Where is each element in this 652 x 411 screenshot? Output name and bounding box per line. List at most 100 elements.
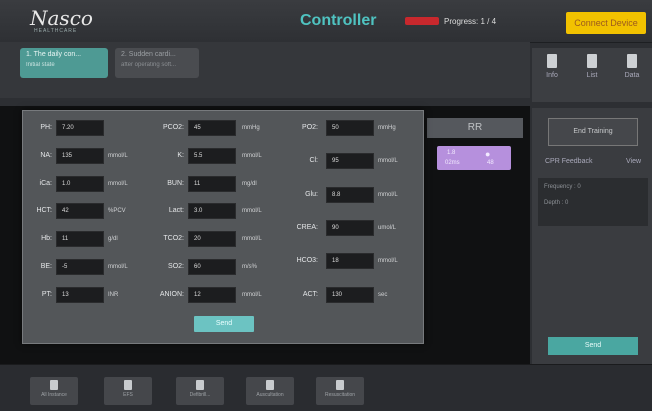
progress-indicator [405, 17, 439, 25]
bottom-btn-label: Resuscitation [324, 392, 355, 398]
ica-input[interactable]: 1.0 [56, 176, 104, 192]
field-unit: mmol/L [242, 292, 262, 298]
crea-input[interactable]: 90 [326, 220, 374, 236]
scenario-card-1[interactable]: 1. The daily con... Initial state [20, 48, 108, 78]
field-label: ANION: [159, 291, 184, 298]
field-label: PT: [41, 291, 52, 298]
field-label: SO2: [168, 263, 184, 270]
field-unit: mmol/L [242, 236, 262, 242]
list-label: List [586, 72, 598, 79]
ph-input[interactable]: 7.20 [56, 120, 104, 136]
field-label: ACT: [302, 291, 318, 298]
field-unit: mmol/L [242, 208, 262, 214]
rr-button[interactable]: RR [427, 118, 523, 138]
progress-text: Progress: 1 / 4 [444, 17, 497, 26]
bottom-btn-label: Defibrill... [189, 392, 211, 398]
field-unit: mmol/L [378, 158, 398, 164]
field-label: NA: [40, 152, 52, 159]
data-button[interactable]: Data [620, 54, 644, 79]
tile-rate: 48 [487, 160, 494, 166]
lact-input[interactable]: 3.0 [188, 203, 236, 219]
field-label: iCa: [39, 180, 52, 187]
field-label: PO2: [302, 124, 318, 131]
field-unit: mmHg [378, 125, 396, 131]
field-unit: g/dl [108, 236, 118, 242]
tco2-input[interactable]: 20 [188, 231, 236, 247]
page-title: Controller [300, 12, 377, 29]
right-tool-panel: Info List Data [532, 48, 652, 102]
field-label: CREA: [296, 224, 318, 231]
hb-input[interactable]: 11 [56, 231, 104, 247]
field-label: BE: [40, 263, 52, 270]
field-unit: mg/dl [242, 181, 257, 187]
field-unit: %PCV [108, 208, 126, 214]
hct-input[interactable]: 42 [56, 203, 104, 219]
list-button[interactable]: List [580, 54, 604, 79]
person-icon [336, 380, 344, 390]
bottom-btn-label: All Instance [41, 392, 67, 398]
side-panel [532, 108, 652, 364]
lung-icon: ● [485, 149, 491, 159]
field-unit: mmol/L [378, 258, 398, 264]
bottom-btn-resuscitation[interactable]: Resuscitation [316, 377, 364, 405]
side-send-button[interactable]: Send [548, 337, 638, 355]
view-link[interactable]: View [626, 158, 641, 165]
na-input[interactable]: 135 [56, 148, 104, 164]
field-unit: sec [378, 292, 388, 298]
field-label: PH: [40, 124, 52, 131]
so2-input[interactable]: 60 [188, 259, 236, 275]
cpr-feedback-box: Frequency : 0 Depth : 0 [538, 178, 648, 226]
k-input[interactable]: 5.5 [188, 148, 236, 164]
data-label: Data [624, 72, 640, 79]
bottom-btn-efs[interactable]: EFS [104, 377, 152, 405]
field-unit: mmol/L [108, 181, 128, 187]
glu-input[interactable]: 8.8 [326, 187, 374, 203]
pen-icon [124, 380, 132, 390]
depth-text: Depth : 0 [544, 200, 569, 206]
act-input[interactable]: 130 [326, 287, 374, 303]
logo-subtitle: HEALTHCARE [34, 28, 78, 34]
top-bar: Nasco HEALTHCARE Controller Progress: 1 … [0, 0, 652, 43]
po2-input[interactable]: 50 [326, 120, 374, 136]
field-unit: mmHg [242, 125, 260, 131]
info-button[interactable]: Info [540, 54, 564, 79]
field-unit: umol/L [378, 225, 397, 231]
pco2-input[interactable]: 45 [188, 120, 236, 136]
scenario-subtitle: Initial state [26, 62, 55, 68]
scenario-card-2[interactable]: 2. Sudden cardi... after operating soft.… [115, 48, 199, 78]
field-label: Glu: [305, 191, 318, 198]
tile-value: 1.8 [447, 150, 456, 156]
field-label: HCT: [36, 207, 52, 214]
lab-send-button[interactable]: Send [194, 316, 254, 332]
vital-tile[interactable]: 1.8 02ms ● 48 [437, 146, 511, 170]
connect-device-button[interactable]: Connect Device [566, 12, 646, 34]
field-label: PCO2: [162, 124, 184, 131]
stethoscope-icon [266, 380, 274, 390]
folder-icon [627, 54, 637, 68]
scenario-row: 1. The daily con... Initial state 2. Sud… [0, 42, 530, 98]
field-label: Cl: [309, 157, 318, 164]
anion-input[interactable]: 12 [188, 287, 236, 303]
cpr-feedback-label: CPR Feedback [545, 158, 593, 165]
bottom-btn-auscultation[interactable]: Auscultation [246, 377, 294, 405]
field-label: TCO2: [163, 235, 184, 242]
heart-icon [196, 380, 204, 390]
frequency-text: Frequency : 0 [544, 184, 581, 190]
cl-input[interactable]: 95 [326, 153, 374, 169]
scenario-title: 2. Sudden cardi... [121, 51, 176, 58]
info-label: Info [546, 72, 558, 79]
field-unit: mmol/L [378, 192, 398, 198]
hco3-input[interactable]: 18 [326, 253, 374, 269]
field-unit: INR [108, 292, 119, 298]
list-icon [587, 54, 597, 68]
bottom-btn-all-instance[interactable]: All Instance [30, 377, 78, 405]
field-unit: mmol/L [108, 264, 128, 270]
field-unit: m/s% [242, 264, 257, 270]
pt-input[interactable]: 13 [56, 287, 104, 303]
bottom-btn-label: EFS [123, 392, 133, 398]
end-training-button[interactable]: End Training [548, 118, 638, 146]
field-label: K: [177, 152, 184, 159]
bun-input[interactable]: 11 [188, 176, 236, 192]
bottom-btn-defibrill[interactable]: Defibrill... [176, 377, 224, 405]
be-input[interactable]: -5 [56, 259, 104, 275]
